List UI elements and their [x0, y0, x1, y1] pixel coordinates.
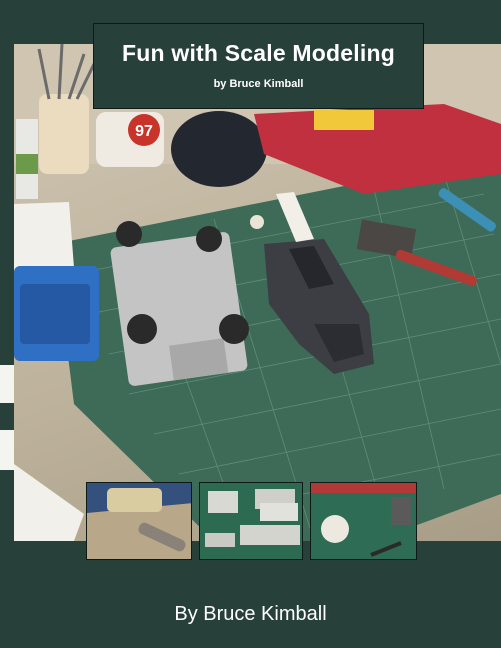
thumb-cutting-mat-tools	[310, 482, 417, 560]
book-title: Fun with Scale Modeling	[122, 40, 395, 66]
thumb-sprues-parts	[199, 482, 303, 560]
author-name: By Bruce Kimball	[174, 603, 327, 625]
mug-number: 97	[135, 123, 153, 140]
thumb-workbench-drill	[86, 482, 192, 560]
workbench-scene: 97	[14, 44, 501, 541]
edge-tab-upper	[0, 365, 14, 403]
title-panel: Fun with Scale Modeling by Bruce Kimball	[93, 23, 424, 109]
cover-photo: 97	[14, 44, 501, 541]
book-cover: 97 Fun with Scale Modeling by Bruce Kimb…	[0, 0, 501, 648]
title-byline: by Bruce Kimball	[213, 78, 304, 90]
edge-tab-lower	[0, 430, 14, 470]
model-chassis	[110, 221, 249, 386]
